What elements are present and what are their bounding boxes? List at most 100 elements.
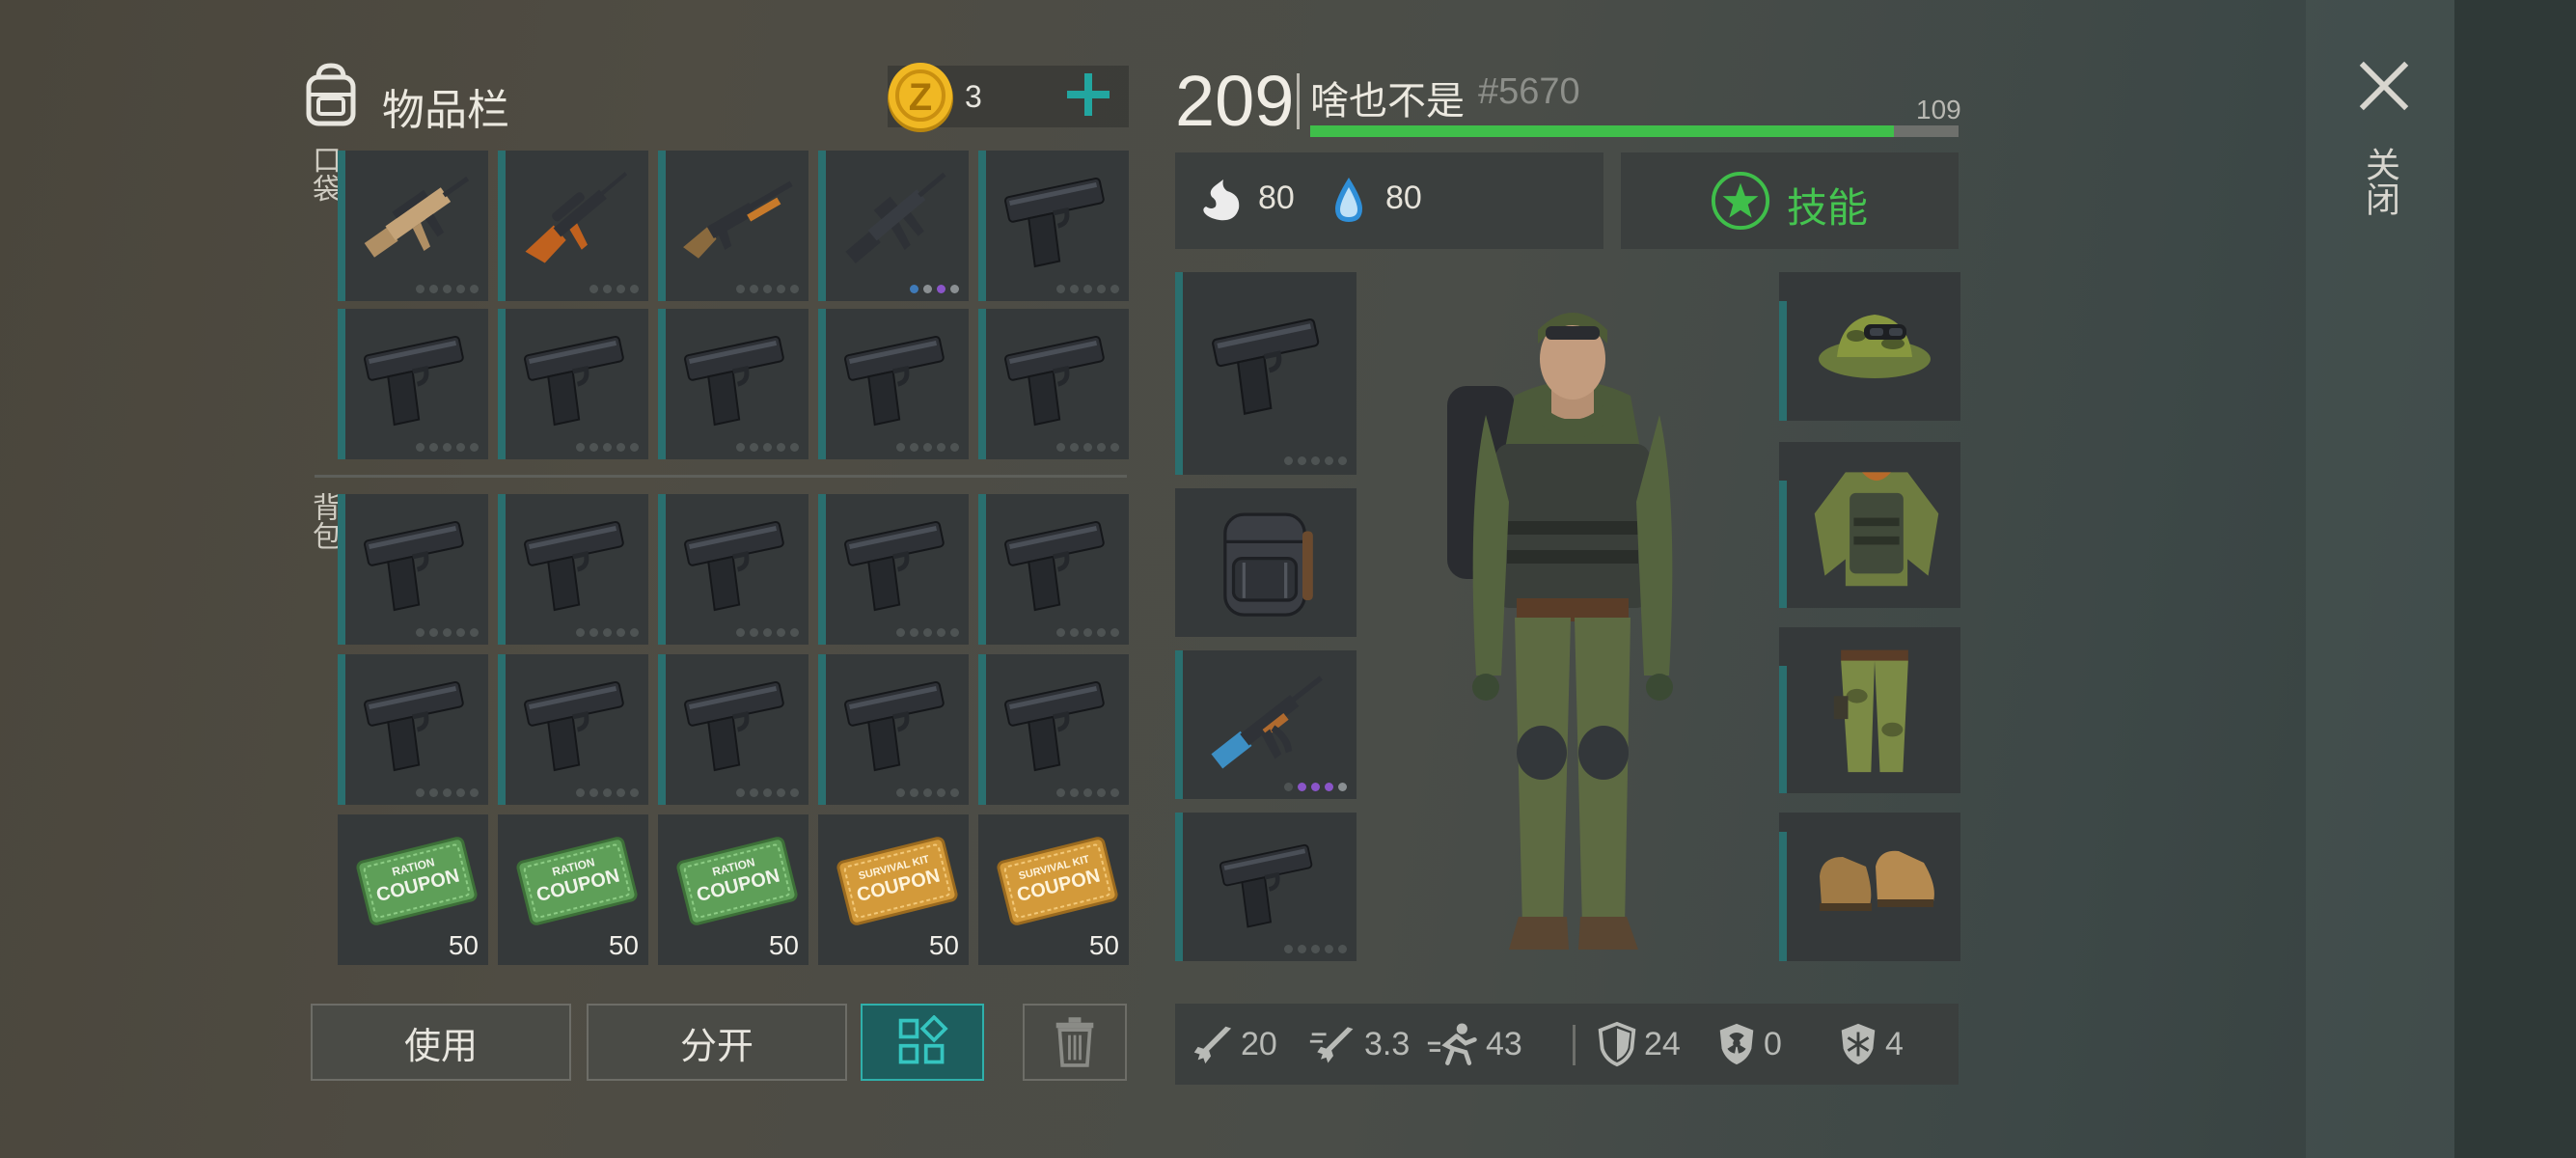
inventory-slot[interactable]: SURVIVAL KIT COUPON 50 bbox=[978, 814, 1129, 965]
sidearm-slot[interactable] bbox=[1175, 272, 1357, 475]
rarity-dots bbox=[416, 443, 479, 452]
inventory-slot[interactable] bbox=[658, 494, 808, 645]
player-name: 啥也不是 bbox=[1310, 79, 1465, 124]
inventory-slot[interactable] bbox=[498, 309, 648, 459]
radiation-stat: 0 bbox=[1715, 1004, 1782, 1085]
pistol-icon bbox=[1212, 318, 1320, 415]
player-tag: #5670 bbox=[1478, 71, 1580, 112]
rarity-dots bbox=[896, 628, 959, 637]
xp-bar-fill bbox=[1310, 125, 1894, 137]
inventory-slot[interactable]: RATION COUPON 50 bbox=[338, 814, 488, 965]
inventory-slot[interactable] bbox=[498, 654, 648, 805]
inventory-slot[interactable] bbox=[498, 494, 648, 645]
primary-weapon-slot[interactable] bbox=[1175, 650, 1357, 799]
z-coin-icon: Z bbox=[886, 60, 955, 133]
close-label: 关闭 bbox=[2360, 147, 2399, 216]
rarity-dots bbox=[896, 788, 959, 797]
slot-durability-bar bbox=[978, 654, 986, 805]
star-icon bbox=[1711, 171, 1770, 231]
slot-durability-bar bbox=[818, 309, 826, 459]
pistol-icon bbox=[364, 680, 464, 772]
slot-durability-bar bbox=[338, 654, 345, 805]
stomach-icon bbox=[1194, 174, 1248, 228]
shield-icon bbox=[1598, 1021, 1636, 1067]
slot-durability-bar bbox=[978, 494, 986, 645]
attack-speed-value: 3.3 bbox=[1364, 1025, 1411, 1062]
rarity-dots bbox=[416, 285, 479, 293]
slot-durability-bar bbox=[498, 494, 506, 645]
tactical-backpack-icon bbox=[1223, 512, 1313, 617]
pistol-icon bbox=[844, 520, 945, 612]
slot-durability-bar bbox=[658, 151, 666, 301]
water-drop-icon bbox=[1329, 174, 1368, 228]
inventory-slot[interactable] bbox=[658, 151, 808, 301]
slot-durability-bar bbox=[498, 151, 506, 301]
rarity-dots bbox=[416, 788, 479, 797]
survival-kit-coupon-icon: SURVIVAL KITCOUPON bbox=[836, 837, 958, 925]
inventory-slot[interactable] bbox=[978, 309, 1129, 459]
headwear-slot[interactable] bbox=[1779, 272, 1960, 421]
inventory-slot[interactable] bbox=[978, 494, 1129, 645]
slot-durability-bar bbox=[498, 654, 506, 805]
pistol-icon bbox=[364, 335, 464, 427]
inventory-slot[interactable] bbox=[658, 309, 808, 459]
boonie-hat-icon bbox=[1819, 315, 1931, 378]
inventory-slot[interactable] bbox=[978, 654, 1129, 805]
cold-shield-icon bbox=[1841, 1023, 1876, 1065]
hunger-value: 80 bbox=[1258, 179, 1295, 216]
m16-rifle-icon bbox=[845, 172, 946, 264]
inventory-slot[interactable] bbox=[338, 654, 488, 805]
inventory-slot[interactable] bbox=[338, 494, 488, 645]
inventory-slot[interactable] bbox=[818, 151, 969, 301]
inventory-slot[interactable] bbox=[818, 494, 969, 645]
camo-pants-icon bbox=[1833, 649, 1908, 773]
trash-button[interactable] bbox=[1023, 1004, 1127, 1081]
slot-durability-bar bbox=[978, 309, 986, 459]
legwear-slot[interactable] bbox=[1779, 627, 1960, 793]
rarity-dots bbox=[1056, 628, 1119, 637]
inventory-slot[interactable]: RATION COUPON 50 bbox=[498, 814, 648, 965]
armored-jacket-icon bbox=[1814, 472, 1939, 587]
add-coins-button[interactable] bbox=[1061, 68, 1115, 122]
secondary-weapon-slot[interactable] bbox=[1175, 813, 1357, 961]
pistol-icon bbox=[684, 335, 784, 427]
split-button[interactable]: 分开 bbox=[587, 1004, 847, 1081]
cold-stat: 4 bbox=[1837, 1004, 1904, 1085]
slot-durability-bar bbox=[658, 654, 666, 805]
pistol-icon bbox=[684, 520, 784, 612]
inventory-slot[interactable] bbox=[658, 654, 808, 805]
grid-view-button[interactable] bbox=[861, 1004, 984, 1081]
xp-value: 109 bbox=[1916, 95, 1961, 124]
pistol-icon bbox=[684, 680, 784, 772]
inventory-slot[interactable] bbox=[338, 309, 488, 459]
rarity-dots bbox=[576, 443, 639, 452]
pocket-label: 口袋 bbox=[307, 145, 341, 203]
footwear-slot[interactable] bbox=[1779, 813, 1960, 961]
inventory-slot[interactable] bbox=[978, 151, 1129, 301]
backpack-slot[interactable] bbox=[1175, 488, 1357, 637]
rarity-dots bbox=[576, 788, 639, 797]
attack-speed-stat: 3.3 bbox=[1308, 1004, 1410, 1085]
xp-bar-track bbox=[1310, 125, 1959, 137]
attack-stat: 20 bbox=[1189, 1004, 1277, 1085]
inventory-slot[interactable] bbox=[338, 151, 488, 301]
scar-rifle-icon bbox=[364, 177, 470, 258]
inventory-slot[interactable]: RATION COUPON 50 bbox=[658, 814, 808, 965]
inventory-slot[interactable] bbox=[498, 151, 648, 301]
pistol-icon bbox=[1219, 843, 1313, 928]
pistol-icon bbox=[844, 680, 945, 772]
inventory-slot[interactable]: SURVIVAL KIT COUPON 50 bbox=[818, 814, 969, 965]
close-button[interactable]: 关闭 bbox=[2350, 54, 2418, 237]
sword-icon bbox=[1193, 1026, 1232, 1064]
radiation-shield-icon bbox=[1719, 1023, 1754, 1065]
skills-button[interactable]: 技能 bbox=[1621, 152, 1959, 249]
use-button[interactable]: 使用 bbox=[311, 1004, 571, 1081]
inventory-slot[interactable] bbox=[818, 654, 969, 805]
item-quantity: 50 bbox=[448, 930, 479, 960]
rarity-dots bbox=[736, 443, 799, 452]
slot-durability-bar bbox=[338, 309, 345, 459]
close-icon bbox=[2359, 61, 2409, 111]
slot-durability-bar bbox=[818, 151, 826, 301]
inventory-slot[interactable] bbox=[818, 309, 969, 459]
torso-slot[interactable] bbox=[1779, 442, 1960, 608]
